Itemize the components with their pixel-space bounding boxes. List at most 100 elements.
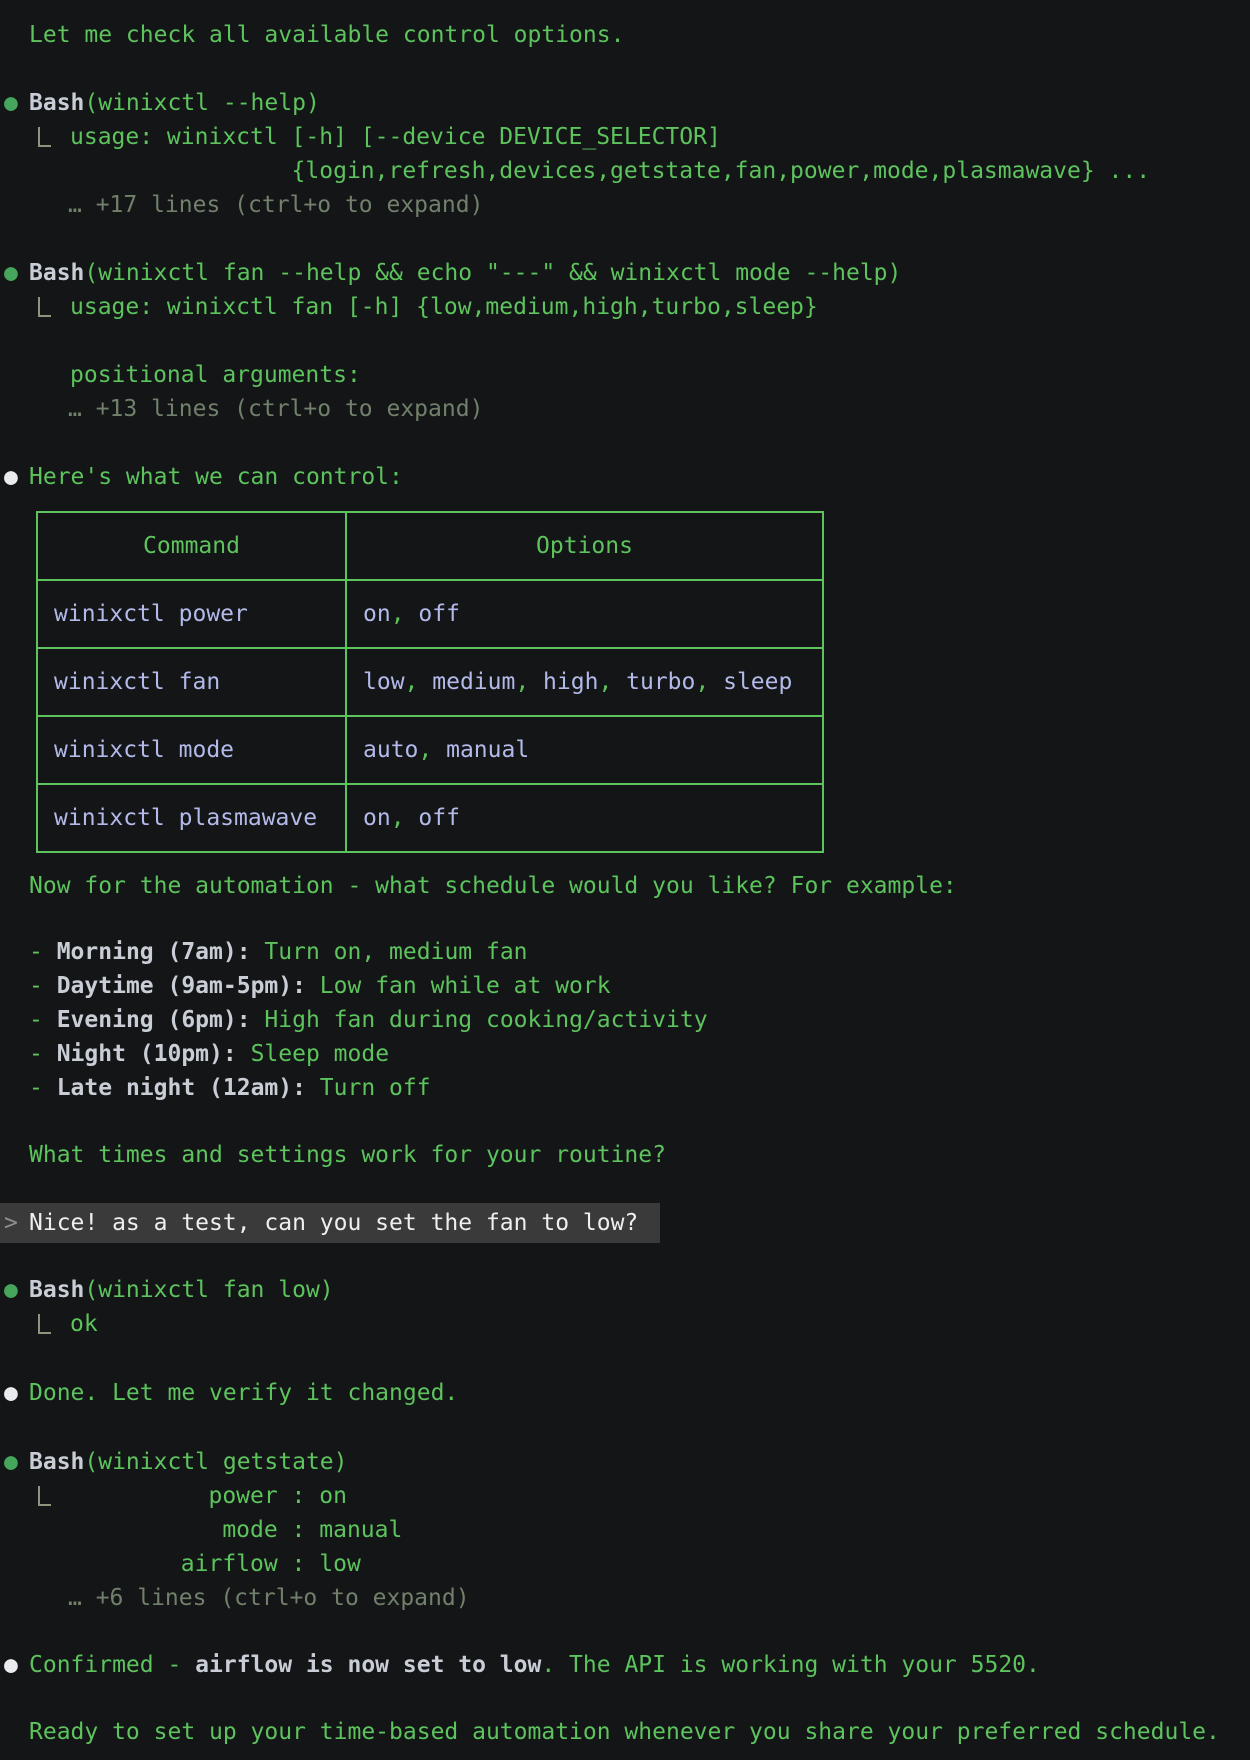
bash-command: (winixctl fan low) (84, 1277, 333, 1303)
option-code: sleep (723, 669, 792, 695)
list-dash: - (29, 1007, 57, 1033)
output-corner-icon (38, 1314, 51, 1334)
table-cell-options: on, off (346, 580, 823, 648)
bash-call-getstate: ●Bash(winixctl getstate) (0, 1445, 1250, 1479)
table-cell-options: on, off (346, 784, 823, 852)
output-text: positional arguments: (70, 362, 361, 388)
spacer (0, 52, 1250, 86)
spacer (0, 1341, 1250, 1376)
option-separator: , (391, 805, 419, 831)
option-code: medium (432, 669, 515, 695)
output-text: power : on (70, 1483, 347, 1509)
bash-command: (winixctl fan --help && echo "---" && wi… (84, 260, 901, 286)
output-text: ok (70, 1311, 98, 1337)
schedule-intro: Now for the automation - what schedule w… (0, 869, 1250, 903)
schedule-item-text: Low fan while at work (306, 973, 611, 999)
tool-output-line: usage: winixctl fan [-h] {low,medium,hig… (0, 290, 1250, 324)
output-text: usage: winixctl [-h] [--device DEVICE_SE… (70, 124, 721, 150)
schedule-item: - Daytime (9am-5pm): Low fan while at wo… (0, 969, 1250, 1003)
tool-output-blank-line (0, 324, 1250, 358)
spacer (0, 1615, 1250, 1648)
table-cell-command: winixctl power (37, 580, 346, 648)
output-corner-icon (38, 297, 51, 317)
command-code: winixctl plasmawave (54, 805, 317, 831)
message-bullet-icon: ● (4, 1648, 18, 1682)
confirmed-prefix: Confirmed - (29, 1652, 195, 1678)
schedule-item-label: Night (10pm): (57, 1041, 237, 1067)
user-message-text: Nice! as a test, can you set the fan to … (29, 1210, 638, 1236)
output-expand-hint: … +17 lines (ctrl+o to expand) (0, 188, 1250, 222)
option-code: turbo (626, 669, 695, 695)
tool-bullet-icon: ● (4, 1273, 18, 1307)
schedule-item: - Evening (6pm): High fan during cooking… (0, 1003, 1250, 1037)
output-text: {login,refresh,devices,getstate,fan,powe… (70, 158, 1150, 184)
schedule-item-text: Turn off (306, 1075, 431, 1101)
user-message: > Nice! as a test, can you set the fan to… (0, 1203, 660, 1243)
bash-command: (winixctl --help) (84, 90, 319, 116)
output-expand-hint: … +6 lines (ctrl+o to expand) (0, 1581, 1250, 1615)
spacer (0, 1172, 1250, 1203)
tool-output-line: power : on (0, 1479, 1250, 1513)
markdown-table: Command Options winixctl power on, off w… (36, 511, 824, 853)
assistant-verify-text: ● Done. Let me verify it changed. (0, 1376, 1250, 1410)
bash-call-fan-mode-help: ●Bash(winixctl fan --help && echo "---" … (0, 256, 1250, 290)
schedule-question: What times and settings work for your ro… (0, 1138, 1250, 1172)
option-code: manual (446, 737, 529, 763)
option-separator: , (598, 669, 626, 695)
option-separator: , (418, 737, 446, 763)
table-header-command: Command (37, 512, 346, 580)
output-text: airflow : low (70, 1551, 361, 1577)
tool-output-line: airflow : low (0, 1547, 1250, 1581)
list-dash: - (29, 1075, 57, 1101)
confirmed-emphasis: airflow is now set to low (195, 1652, 541, 1678)
option-separator: , (695, 669, 723, 695)
message-bullet-icon: ● (4, 460, 18, 494)
option-code: off (418, 601, 460, 627)
spacer (0, 1105, 1250, 1138)
output-text: usage: winixctl fan [-h] {low,medium,hig… (70, 294, 818, 320)
table-cell-options: auto, manual (346, 716, 823, 784)
spacer (0, 222, 1250, 256)
output-text: mode : manual (70, 1517, 402, 1543)
output-corner-icon (38, 1486, 51, 1506)
assistant-text: What times and settings work for your ro… (29, 1142, 666, 1168)
schedule-item-label: Morning (7am): (57, 939, 251, 965)
table-cell-options: low, medium, high, turbo, sleep (346, 648, 823, 716)
schedule-item: - Morning (7am): Turn on, medium fan (0, 935, 1250, 969)
terminal: Let me check all available control optio… (0, 0, 1250, 1760)
message-bullet-icon: ● (4, 1376, 18, 1410)
list-dash: - (29, 973, 57, 999)
option-code: off (418, 805, 460, 831)
list-dash: - (29, 1041, 57, 1067)
prompt-chevron-icon: > (4, 1203, 18, 1243)
assistant-intro-text: Let me check all available control optio… (0, 18, 1250, 52)
table-cell-command: winixctl plasmawave (37, 784, 346, 852)
bash-label: Bash (29, 1449, 84, 1475)
schedule-item: - Late night (12am): Turn off (0, 1071, 1250, 1105)
assistant-text: Done. Let me verify it changed. (29, 1380, 458, 1406)
bash-label: Bash (29, 1277, 84, 1303)
assistant-text: Ready to set up your time-based automati… (29, 1719, 1220, 1745)
spacer (0, 1410, 1250, 1445)
schedule-item-text: Sleep mode (237, 1041, 389, 1067)
tool-bullet-icon: ● (4, 256, 18, 290)
option-code: low (363, 669, 405, 695)
option-code: on (363, 805, 391, 831)
schedule-item-label: Evening (6pm): (57, 1007, 251, 1033)
option-separator: , (515, 669, 543, 695)
command-code: winixctl power (54, 601, 248, 627)
option-separator: , (391, 601, 419, 627)
output-expand-hint: … +13 lines (ctrl+o to expand) (0, 392, 1250, 426)
tool-output-line: positional arguments: (0, 358, 1250, 392)
spacer (0, 426, 1250, 460)
option-code: high (543, 669, 598, 695)
tool-bullet-icon: ● (4, 86, 18, 120)
schedule-item: - Night (10pm): Sleep mode (0, 1037, 1250, 1071)
spacer (0, 1682, 1250, 1715)
option-code: on (363, 601, 391, 627)
schedule-item-text: Turn on, medium fan (251, 939, 528, 965)
schedule-item-label: Late night (12am): (57, 1075, 306, 1101)
assistant-text: Now for the automation - what schedule w… (29, 873, 957, 899)
table-cell-command: winixctl mode (37, 716, 346, 784)
table-row: winixctl power on, off (37, 580, 823, 648)
